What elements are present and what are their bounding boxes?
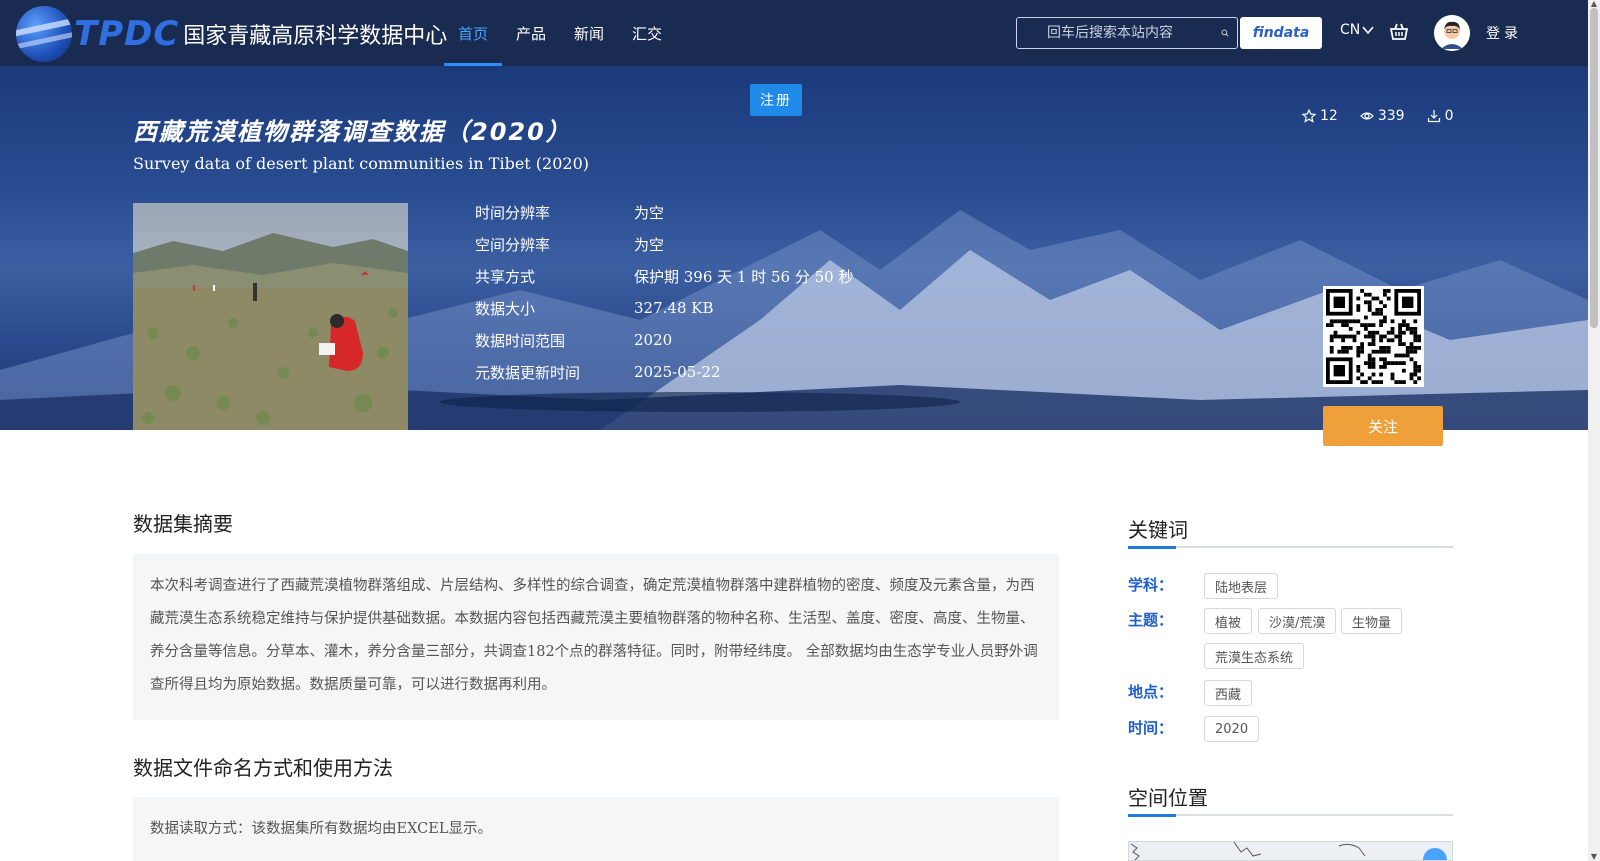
follow-button[interactable]: 关注 xyxy=(1323,406,1443,446)
page-scrollbar[interactable]: ▲ ▼ xyxy=(1588,0,1600,861)
place-tag[interactable]: 西藏 xyxy=(1204,680,1253,706)
logo-cn-text: 国家青藏高原科学数据中心 xyxy=(183,24,448,49)
info-row: 数据大小 327.48 KB xyxy=(475,292,854,324)
search-input[interactable] xyxy=(1017,25,1221,41)
dataset-banner: 注册 西藏荒漠植物群落调查数据（2020） Survey data of des… xyxy=(0,66,1588,430)
keywords-divider xyxy=(1128,546,1453,549)
info-value: 2025-05-22 xyxy=(634,363,721,381)
chevron-down-icon xyxy=(1362,26,1374,35)
info-label: 数据时间范围 xyxy=(475,331,566,350)
dataset-title-en: Survey data of desert plant communities … xyxy=(133,154,589,173)
info-label: 空间分辨率 xyxy=(475,235,551,254)
info-row: 时间分辨率 为空 xyxy=(475,196,854,228)
qr-code-icon xyxy=(1326,289,1421,384)
place-label: 地点： xyxy=(1128,683,1174,701)
info-label: 时间分辨率 xyxy=(475,203,551,222)
location-title: 空间位置 xyxy=(1128,786,1208,810)
findata-button[interactable]: findata xyxy=(1240,17,1322,49)
info-label: 共享方式 xyxy=(475,267,536,286)
download-count-value: 0 xyxy=(1444,108,1454,124)
user-avatar[interactable] xyxy=(1434,15,1470,51)
register-button[interactable]: 注册 xyxy=(750,84,802,116)
dataset-cover-photo xyxy=(133,203,408,430)
language-label: CN xyxy=(1340,22,1361,38)
naming-box: 数据读取方式：该数据集所有数据均由EXCEL显示。 xyxy=(133,797,1059,861)
star-count-value: 12 xyxy=(1320,108,1338,124)
theme-tag[interactable]: 荒漠生态系统 xyxy=(1204,643,1305,669)
search-icon[interactable] xyxy=(1221,23,1229,43)
info-row: 数据时间范围 2020 xyxy=(475,324,854,356)
top-header: TPDC 国家青藏高原科学数据中心 首页 产品 新闻 汇交 findata CN xyxy=(0,0,1588,66)
main-nav: 首页 产品 新闻 汇交 xyxy=(444,0,676,66)
info-value: 为空 xyxy=(634,235,665,254)
nav-products[interactable]: 产品 xyxy=(502,0,560,66)
info-row: 空间分辨率 为空 xyxy=(475,228,854,260)
download-icon xyxy=(1427,110,1440,123)
info-row: 元数据更新时间 2025-05-22 xyxy=(475,356,854,388)
star-icon xyxy=(1302,109,1316,123)
view-count: 339 xyxy=(1359,108,1405,124)
user-avatar-icon xyxy=(1434,15,1470,51)
location-divider xyxy=(1128,814,1453,817)
info-label: 元数据更新时间 xyxy=(475,363,581,382)
nav-news[interactable]: 新闻 xyxy=(560,0,618,66)
keywords-title: 关键词 xyxy=(1128,518,1188,542)
info-row: 共享方式 保护期 396 天 1 时 56 分 50 秒 xyxy=(475,260,854,292)
nav-home[interactable]: 首页 xyxy=(444,0,503,66)
view-count-value: 339 xyxy=(1377,108,1405,124)
subject-label: 学科： xyxy=(1128,576,1174,594)
subject-tag[interactable]: 陆地表层 xyxy=(1204,573,1279,599)
info-value: 2020 xyxy=(634,331,673,349)
abstract-title: 数据集摘要 xyxy=(133,512,233,536)
theme-tag[interactable]: 植被 xyxy=(1204,608,1253,634)
scroll-thumb[interactable] xyxy=(1590,8,1598,328)
search-box xyxy=(1016,17,1238,49)
time-label: 时间： xyxy=(1128,719,1174,737)
star-count[interactable]: 12 xyxy=(1302,108,1338,124)
logo-tpdc-text: TPDC xyxy=(74,14,180,54)
language-switch[interactable]: CN xyxy=(1340,22,1374,38)
site-logo[interactable]: TPDC 国家青藏高原科学数据中心 xyxy=(16,4,447,64)
time-tag[interactable]: 2020 xyxy=(1204,716,1260,742)
dataset-stats: 12 339 0 xyxy=(1302,108,1453,124)
field-survey-photo xyxy=(133,203,408,430)
info-value: 327.48 KB xyxy=(634,299,714,317)
globe-logo-icon xyxy=(16,6,72,62)
nav-submit[interactable]: 汇交 xyxy=(618,0,676,66)
login-link[interactable]: 登录 xyxy=(1486,23,1522,43)
naming-text: 数据读取方式：该数据集所有数据均由EXCEL显示。 xyxy=(150,821,492,837)
naming-title: 数据文件命名方式和使用方法 xyxy=(133,756,393,780)
dataset-title-cn: 西藏荒漠植物群落调查数据（2020） xyxy=(133,118,572,146)
abstract-box: 本次科考调查进行了西藏荒漠植物群落组成、片层结构、多样性的综合调查，确定荒漠植物… xyxy=(133,554,1059,720)
location-map[interactable] xyxy=(1128,841,1453,861)
eye-icon xyxy=(1359,112,1374,120)
map-outline xyxy=(1130,842,1447,860)
scroll-up-icon[interactable]: ▲ xyxy=(1590,0,1598,8)
theme-tag[interactable]: 沙漠/荒漠 xyxy=(1258,608,1337,634)
scroll-down-icon[interactable]: ▼ xyxy=(1590,853,1598,861)
qr-code xyxy=(1323,286,1424,387)
theme-label: 主题： xyxy=(1128,611,1174,629)
theme-tag[interactable]: 生物量 xyxy=(1341,608,1403,634)
findata-label: findata xyxy=(1252,25,1310,41)
abstract-text: 本次科考调查进行了西藏荒漠植物群落组成、片层结构、多样性的综合调查，确定荒漠植物… xyxy=(150,578,1038,693)
dataset-info-table: 时间分辨率 为空 空间分辨率 为空 共享方式 保护期 396 天 1 时 56 … xyxy=(475,196,854,388)
info-value: 保护期 396 天 1 时 56 分 50 秒 xyxy=(634,267,854,286)
info-value: 为空 xyxy=(634,203,665,222)
cart-icon[interactable] xyxy=(1388,21,1410,43)
info-label: 数据大小 xyxy=(475,299,536,318)
download-count: 0 xyxy=(1427,108,1454,124)
